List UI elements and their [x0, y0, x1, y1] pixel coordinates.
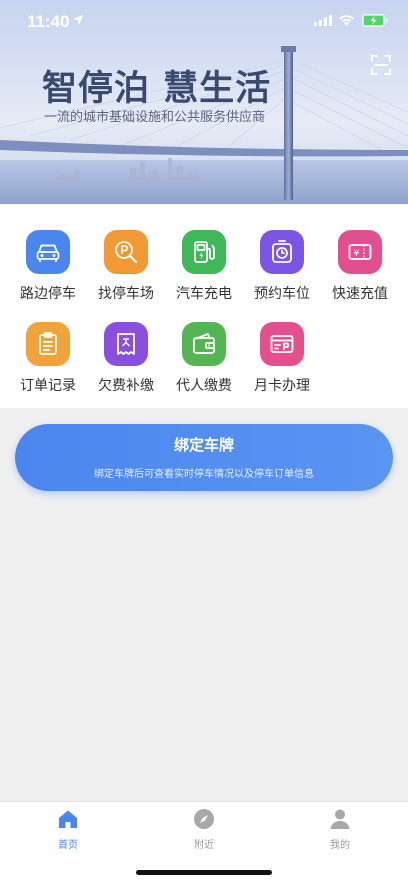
- status-bar: 11:40: [0, 0, 408, 44]
- tab-label: 附近: [194, 840, 214, 851]
- wallet-icon: [193, 333, 215, 354]
- order-clipboard-icon: [39, 332, 57, 355]
- wifi-icon: [339, 15, 354, 26]
- service-icon-bg: [260, 322, 304, 366]
- tab-home[interactable]: 首页: [38, 808, 98, 851]
- service-label: 找停车场: [98, 286, 154, 302]
- service-icon-bg: [104, 230, 148, 274]
- home-icon: [59, 810, 77, 828]
- service-icon-bg: [104, 322, 148, 366]
- service-label: 欠费补缴: [98, 378, 154, 394]
- service-order-records[interactable]: 订单记录: [8, 322, 88, 395]
- monthly-card-icon: [270, 335, 294, 353]
- scan-icon[interactable]: [370, 54, 392, 76]
- service-label: 代人缴费: [176, 378, 232, 394]
- location-arrow-icon: [73, 15, 83, 25]
- service-label: 汽车充电: [176, 286, 232, 302]
- service-icon-bg: [182, 230, 226, 274]
- battery-charging-icon: [362, 14, 388, 27]
- car-icon: [36, 244, 60, 262]
- tab-label: 我的: [330, 840, 350, 851]
- service-quick-recharge[interactable]: ¥ 快速充值: [320, 230, 400, 303]
- reservation-timer-icon: [272, 240, 292, 263]
- arrears-receipt-icon: [117, 333, 135, 355]
- service-icon-bg: ¥: [338, 230, 382, 274]
- service-icon-bg: [26, 322, 70, 366]
- tab-nearby[interactable]: 附近: [174, 808, 234, 851]
- service-label: 月卡办理: [254, 378, 310, 394]
- tab-mine[interactable]: 我的: [310, 808, 370, 851]
- signal-icon: [314, 15, 332, 26]
- service-car-charging[interactable]: 汽车充电: [164, 230, 244, 303]
- bind-plate-subtitle: 绑定车牌后可查看实时停车情况以及停车订单信息: [94, 469, 314, 480]
- bind-plate-card[interactable]: 绑定车牌 绑定车牌后可查看实时停车情况以及停车订单信息: [15, 424, 393, 491]
- service-pay-arrears[interactable]: 欠费补缴: [86, 322, 166, 395]
- parking-search-icon: [115, 241, 138, 264]
- banner-subtitle: 一流的城市基础设施和公共服务供应商: [44, 110, 266, 125]
- service-icon-bg: [260, 230, 304, 274]
- service-label: 订单记录: [20, 378, 76, 394]
- service-reserve-spot[interactable]: 预约车位: [242, 230, 322, 303]
- tab-label: 首页: [58, 840, 78, 851]
- bind-plate-title: 绑定车牌: [173, 436, 234, 454]
- service-roadside-parking[interactable]: 路边停车: [8, 230, 88, 303]
- compass-icon: [194, 809, 214, 829]
- banner: 11:40 智停泊 慧生活 一流的城市基础设施和公共服务供应商: [0, 0, 408, 204]
- svg-text:¥: ¥: [354, 249, 360, 259]
- service-label: 预约车位: [254, 286, 310, 302]
- service-icon-bg: [26, 230, 70, 274]
- status-time: 11:40: [27, 12, 70, 31]
- service-icon-bg: [182, 322, 226, 366]
- service-label: 快速充值: [332, 286, 388, 302]
- recharge-ticket-icon: ¥: [348, 244, 372, 260]
- home-indicator: [136, 870, 272, 875]
- banner-title: 智停泊 慧生活: [42, 69, 272, 109]
- service-monthly-card[interactable]: 月卡办理: [242, 322, 322, 395]
- service-label: 路边停车: [20, 286, 76, 302]
- profile-icon: [330, 809, 350, 829]
- service-find-parking-lot[interactable]: 找停车场: [86, 230, 166, 303]
- service-pay-for-others[interactable]: 代人缴费: [164, 322, 244, 395]
- services-grid: 路边停车 找停车场 汽车充电 预约车位 ¥ 快速充值 订单记录 欠费补缴 代人缴…: [0, 204, 408, 408]
- charging-station-icon: [194, 241, 215, 263]
